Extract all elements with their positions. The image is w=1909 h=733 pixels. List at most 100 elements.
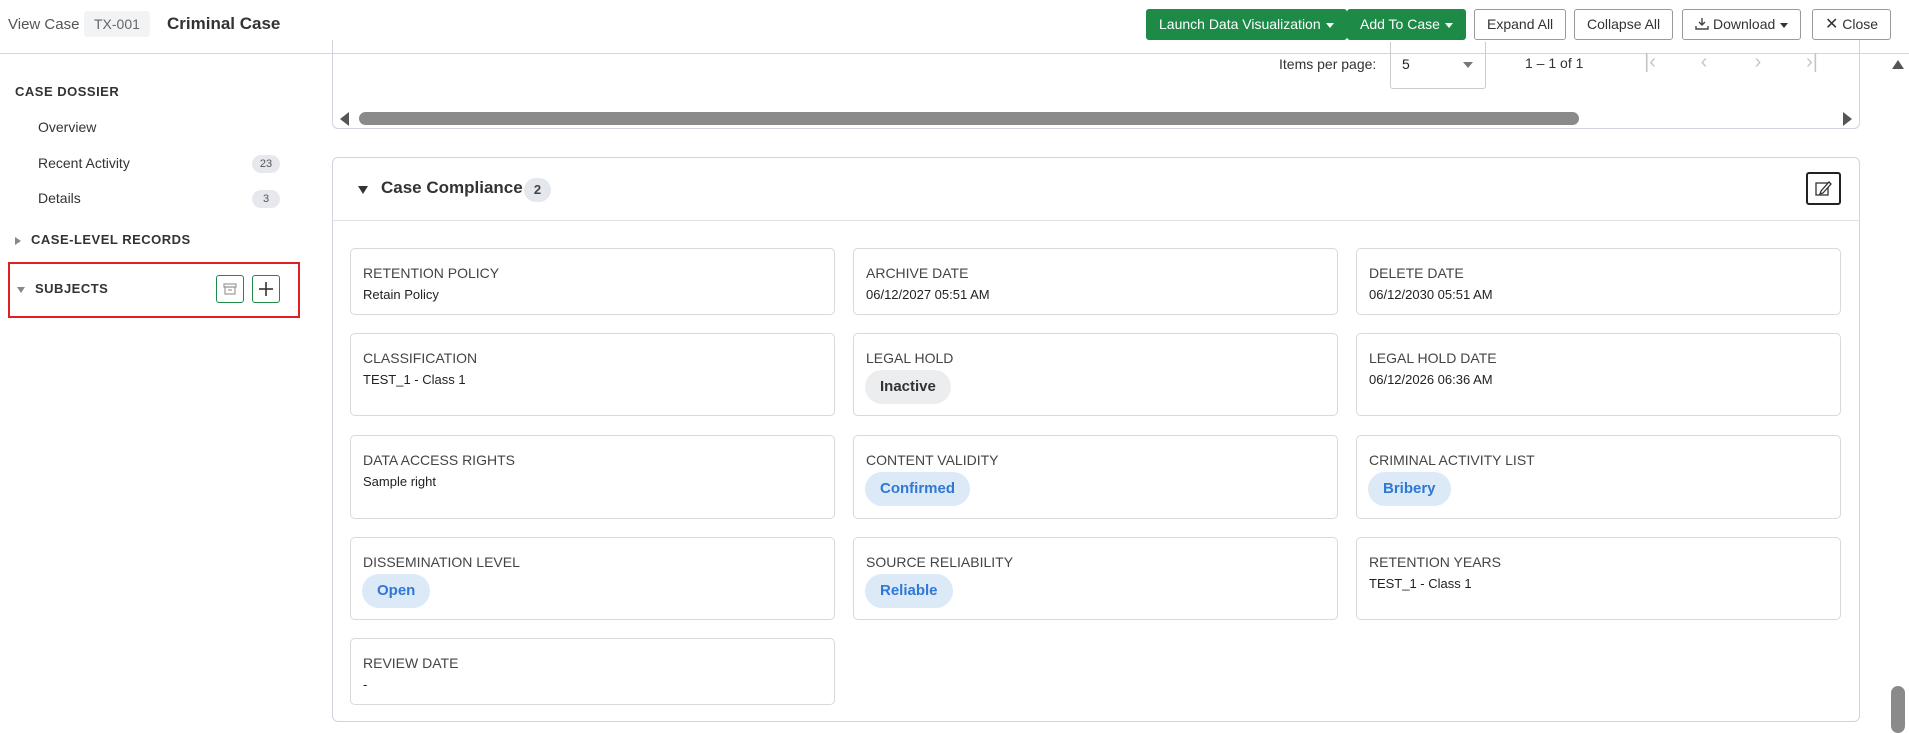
scroll-up-icon[interactable] <box>1892 60 1904 69</box>
dropdown-arrow-icon <box>1463 62 1473 68</box>
field-value: 06/12/2030 05:51 AM <box>1369 287 1493 302</box>
collapse-all-label: Collapse All <box>1587 16 1661 32</box>
first-page-icon[interactable]: |‹ <box>1638 50 1662 74</box>
page-title: Criminal Case <box>167 14 281 33</box>
legal-hold-date-card: LEGAL HOLD DATE 06/12/2026 06:36 AM <box>1356 333 1841 416</box>
items-per-page-label: Items per page: <box>1279 56 1377 72</box>
case-id-badge: TX-001 <box>84 11 150 37</box>
sidebar-item-label: Overview <box>38 119 97 135</box>
content-validity-card: CONTENT VALIDITY Confirmed <box>853 435 1338 519</box>
case-compliance-panel: Case Compliance 2 RETENTION POLICY Retai… <box>332 157 1860 722</box>
classification-card: CLASSIFICATION TEST_1 - Class 1 <box>350 333 835 416</box>
chevron-down-icon <box>1325 22 1334 28</box>
data-access-rights-card: DATA ACCESS RIGHTS Sample right <box>350 435 835 519</box>
retention-policy-card: RETENTION POLICY Retain Policy <box>350 248 835 315</box>
expand-all-label: Expand All <box>1487 16 1554 32</box>
chevron-right-icon <box>15 236 21 245</box>
status-badge: Inactive <box>865 370 951 404</box>
field-value: Sample right <box>363 474 436 489</box>
chevron-down-icon <box>1780 22 1789 28</box>
recent-activity-count-badge: 23 <box>252 155 280 173</box>
field-label: SOURCE RELIABILITY <box>866 554 1014 570</box>
case-level-records-label: CASE-LEVEL RECORDS <box>31 232 191 247</box>
case-compliance-title: Case Compliance <box>381 178 523 197</box>
expand-all-button[interactable]: Expand All <box>1474 9 1567 40</box>
edit-compliance-button[interactable] <box>1806 172 1841 205</box>
criminal-activity-list-card: CRIMINAL ACTIVITY LIST Bribery <box>1356 435 1841 519</box>
download-button[interactable]: Download <box>1682 9 1802 40</box>
plus-icon <box>259 282 273 296</box>
subjects-highlight: SUBJECTS <box>8 262 300 318</box>
close-icon: ✕ <box>1825 16 1839 33</box>
launch-data-visualization-label: Launch Data Visualization <box>1159 16 1321 32</box>
sidebar-item-label: Details <box>38 190 81 206</box>
field-label: DISSEMINATION LEVEL <box>363 554 520 570</box>
field-label: LEGAL HOLD <box>866 350 954 366</box>
sidebar-item-recent-activity[interactable]: Recent Activity <box>38 155 130 171</box>
edit-icon <box>1815 181 1832 196</box>
field-label: CRIMINAL ACTIVITY LIST <box>1369 452 1535 468</box>
delete-date-card: DELETE DATE 06/12/2030 05:51 AM <box>1356 248 1841 315</box>
archive-date-card: ARCHIVE DATE 06/12/2027 05:51 AM <box>853 248 1338 315</box>
add-subject-button[interactable] <box>252 275 280 303</box>
legal-hold-card: LEGAL HOLD Inactive <box>853 333 1338 416</box>
vertical-scrollbar-thumb[interactable] <box>1891 686 1905 733</box>
case-level-records-section[interactable]: CASE-LEVEL RECORDS <box>15 232 191 247</box>
close-label: Close <box>1842 16 1879 32</box>
field-label: REVIEW DATE <box>363 655 459 671</box>
field-value: 06/12/2027 05:51 AM <box>866 287 990 302</box>
last-page-icon[interactable]: ›| <box>1800 50 1824 74</box>
field-value: Retain Policy <box>363 287 439 302</box>
items-per-page-select[interactable]: 5 <box>1390 42 1486 89</box>
case-compliance-count-badge: 2 <box>524 178 551 202</box>
field-value: TEST_1 - Class 1 <box>363 372 466 387</box>
download-icon <box>1695 18 1709 30</box>
collapse-triangle-icon[interactable] <box>358 186 368 194</box>
field-label: CONTENT VALIDITY <box>866 452 999 468</box>
sidebar-item-label: Recent Activity <box>38 155 130 171</box>
horizontal-scrollbar-thumb[interactable] <box>359 112 1579 125</box>
sidebar-item-details[interactable]: Details <box>38 190 81 206</box>
field-value: - <box>363 677 368 692</box>
add-to-case-button[interactable]: Add To Case <box>1347 9 1466 40</box>
scroll-left-icon[interactable] <box>340 112 349 126</box>
field-value: 06/12/2026 06:36 AM <box>1369 372 1493 387</box>
next-page-icon[interactable]: › <box>1746 50 1770 74</box>
source-reliability-card: SOURCE RELIABILITY Reliable <box>853 537 1338 620</box>
status-badge: Bribery <box>1368 472 1451 506</box>
review-date-card: REVIEW DATE - <box>350 638 835 705</box>
subjects-section[interactable]: SUBJECTS <box>17 281 108 296</box>
field-label: LEGAL HOLD DATE <box>1369 350 1497 366</box>
field-label: DATA ACCESS RIGHTS <box>363 452 515 468</box>
download-label: Download <box>1713 16 1776 32</box>
close-button[interactable]: ✕ Close <box>1812 9 1892 40</box>
scroll-right-icon[interactable] <box>1843 112 1852 126</box>
sidebar-item-overview[interactable]: Overview <box>38 119 96 135</box>
field-label: RETENTION YEARS <box>1369 554 1501 570</box>
field-label: DELETE DATE <box>1369 265 1464 281</box>
chevron-down-icon <box>1444 22 1453 28</box>
archive-icon <box>223 283 237 295</box>
field-label: RETENTION POLICY <box>363 265 500 281</box>
details-count-badge: 3 <box>252 190 280 208</box>
case-compliance-header[interactable]: Case Compliance 2 <box>333 158 1859 221</box>
add-to-case-label: Add To Case <box>1360 16 1440 32</box>
pagination-range: 1 – 1 of 1 <box>1525 55 1584 71</box>
subjects-label: SUBJECTS <box>35 281 109 296</box>
status-badge: Confirmed <box>865 472 970 506</box>
previous-page-icon[interactable]: ‹ <box>1692 50 1716 74</box>
dissemination-level-card: DISSEMINATION LEVEL Open <box>350 537 835 620</box>
view-case-label: View Case <box>8 16 80 33</box>
retention-years-card: RETENTION YEARS TEST_1 - Class 1 <box>1356 537 1841 620</box>
status-badge: Reliable <box>865 574 953 608</box>
collapse-all-button[interactable]: Collapse All <box>1574 9 1674 40</box>
items-per-page-value: 5 <box>1402 56 1410 72</box>
chevron-down-icon <box>17 286 25 293</box>
field-value: TEST_1 - Class 1 <box>1369 576 1472 591</box>
launch-data-visualization-button[interactable]: Launch Data Visualization <box>1146 9 1347 40</box>
status-badge: Open <box>362 574 431 608</box>
field-label: CLASSIFICATION <box>363 350 478 366</box>
archive-subject-button[interactable] <box>216 275 244 303</box>
case-dossier-heading: CASE DOSSIER <box>15 84 120 99</box>
field-label: ARCHIVE DATE <box>866 265 969 281</box>
